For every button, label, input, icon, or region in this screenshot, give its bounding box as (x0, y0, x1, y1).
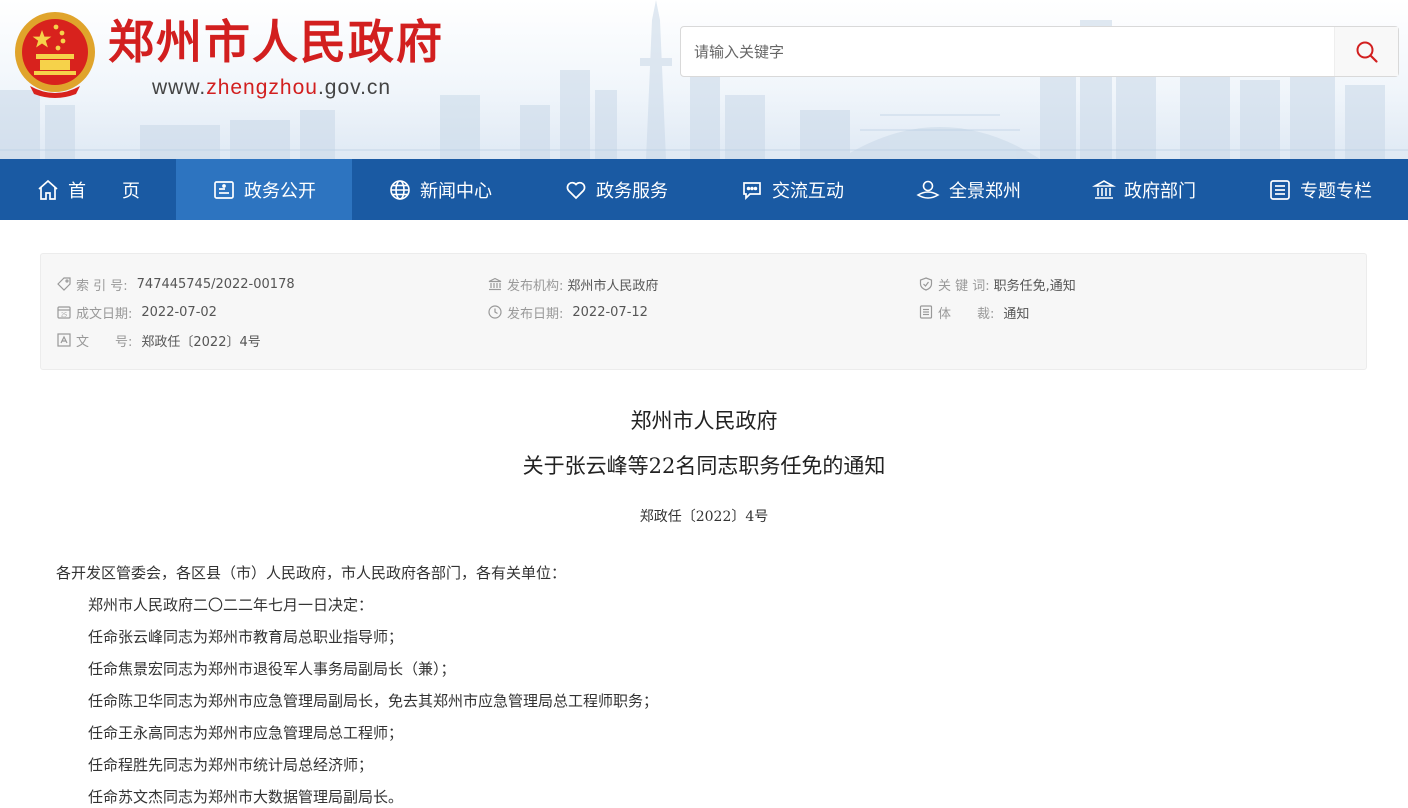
panorama-icon (916, 180, 940, 199)
calendar-icon: 25 (57, 306, 71, 319)
nav-label: 全景郑州 (949, 180, 1021, 202)
url-highlight: zhengzhou (206, 76, 318, 99)
meta-label: 文 号: (76, 334, 133, 350)
nav-item-government-affairs[interactable]: 政务公开 (176, 159, 352, 220)
home-icon (38, 179, 58, 200)
document-icon (214, 180, 234, 199)
meta-created-date: 25 成文日期: 2022-07-02 (57, 302, 217, 322)
meta-value: 郑政任〔2022〕4号 (141, 334, 261, 350)
document-number-icon (57, 333, 71, 347)
nav-label: 政务公开 (244, 180, 316, 202)
meta-genre: 体 裁: 通知 (919, 302, 1029, 322)
document-salutation: 各开发区管委会，各区县（市）人民政府，市人民政府各部门，各有关单位： (56, 564, 567, 582)
meta-publishing-org: 发布机构: 郑州市人民政府 (488, 274, 658, 294)
site-url[interactable]: www.zhengzhou.gov.cn (152, 76, 391, 100)
meta-value: 职务任免,通知 (993, 278, 1076, 294)
nav-label: 政府部门 (1124, 180, 1196, 202)
nav-label: 首 页 (68, 180, 140, 202)
search-box (680, 26, 1399, 77)
meta-value: 747445745/2022-00178 (136, 276, 295, 292)
nav-item-departments[interactable]: 政府部门 (1056, 159, 1232, 220)
list-icon (1270, 179, 1290, 200)
list-icon (919, 305, 933, 319)
main-nav: 首 页 政务公开 新闻中心 政务服务 交流互动 全景郑州 政府部门 专题专栏 (0, 159, 1408, 220)
document-number: 郑政任〔2022〕4号 (639, 509, 769, 525)
shield-check-icon (919, 277, 933, 291)
nav-item-panorama[interactable]: 全景郑州 (880, 159, 1056, 220)
clock-icon (488, 305, 502, 319)
meta-value: 2022-07-02 (141, 304, 217, 320)
nav-label: 新闻中心 (420, 180, 492, 202)
nav-item-services[interactable]: 政务服务 (528, 159, 704, 220)
meta-value: 通知 (1003, 306, 1030, 322)
meta-value: 郑州市人民政府 (567, 278, 659, 294)
document-paragraph: 任命王永高同志为郑州市应急管理局总工程师； (88, 724, 404, 742)
document-paragraph: 郑州市人民政府二〇二二年七月一日决定： (88, 596, 374, 614)
nav-label: 专题专栏 (1300, 180, 1372, 202)
meta-label: 索 引 号: (76, 278, 128, 294)
building-icon (488, 277, 502, 291)
globe-icon (390, 179, 410, 200)
svg-text:25: 25 (61, 313, 67, 319)
meta-label: 成文日期: (76, 306, 133, 322)
document-paragraph: 任命苏文杰同志为郑州市大数据管理局副局长。 (88, 788, 404, 806)
meta-document-number: 文 号: 郑政任〔2022〕4号 (57, 330, 261, 350)
document-paragraph: 任命陈卫华同志为郑州市应急管理局副局长，免去其郑州市应急管理局总工程师职务； (88, 692, 659, 710)
meta-label: 体 裁: (938, 306, 995, 322)
meta-published-date: 发布日期: 2022-07-12 (488, 302, 648, 322)
meta-keywords: 关 键 词: 职务任免,通知 (919, 274, 1076, 294)
site-title[interactable]: 郑州市人民政府 (108, 14, 444, 70)
meta-label: 关 键 词: (938, 278, 990, 294)
meta-index-number: 索 引 号: 747445745/2022-00178 (57, 274, 295, 294)
meta-label: 发布日期: (507, 306, 564, 322)
nav-item-home[interactable]: 首 页 (0, 159, 176, 220)
nav-label: 交流互动 (772, 180, 844, 202)
document-paragraph: 任命焦景宏同志为郑州市退役军人事务局副局长（兼）； (88, 660, 456, 678)
url-suffix: .gov.cn (317, 76, 392, 99)
url-prefix: www. (152, 76, 207, 99)
document-title-line1: 郑州市人民政府 (630, 409, 778, 433)
chat-icon (743, 181, 761, 200)
document-paragraph: 任命张云峰同志为郑州市教育局总职业指导师； (88, 628, 404, 646)
document-title-line2: 关于张云峰等22名同志职务任免的通知 (522, 454, 886, 478)
search-icon (1356, 41, 1378, 63)
document-paragraph: 任命程胜先同志为郑州市统计局总经济师； (88, 756, 374, 774)
nav-item-special-topics[interactable]: 专题专栏 (1232, 159, 1408, 220)
meta-label: 发布机构: (507, 278, 564, 294)
site-header: 郑州市人民政府 www.zhengzhou.gov.cn (0, 0, 1408, 159)
meta-value: 2022-07-12 (572, 304, 648, 320)
heart-icon (566, 181, 586, 199)
search-input[interactable] (681, 27, 1331, 76)
nav-label: 政务服务 (596, 180, 668, 202)
national-emblem-logo (15, 12, 95, 98)
tag-icon (57, 277, 71, 291)
search-button[interactable] (1334, 27, 1398, 76)
building-icon (1092, 179, 1116, 199)
nav-item-news[interactable]: 新闻中心 (352, 159, 528, 220)
nav-item-interaction[interactable]: 交流互动 (704, 159, 880, 220)
document-meta-box: 索 引 号: 747445745/2022-00178 25 成文日期: 202… (40, 253, 1367, 370)
